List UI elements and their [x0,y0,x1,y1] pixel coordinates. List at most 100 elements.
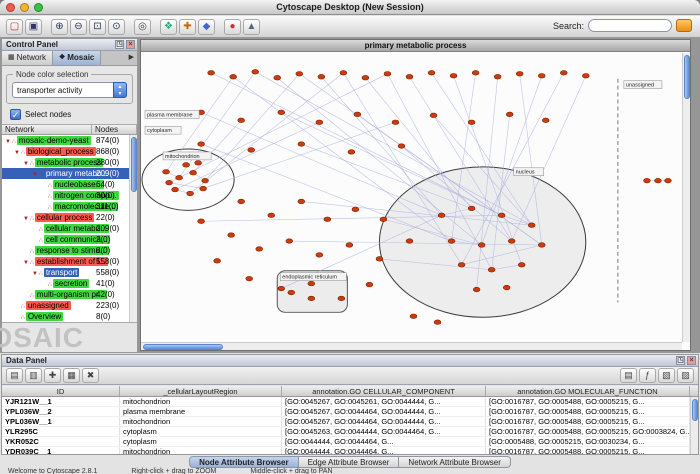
network-canvas[interactable]: plasma membranecytoplasmmitochondrionnuc… [141,53,690,350]
network-node[interactable] [230,74,237,79]
network-node[interactable] [450,73,457,78]
network-node[interactable] [478,243,485,248]
layout-icon[interactable]: ✚ [179,19,196,35]
tree-column-network[interactable]: Network [2,125,92,134]
network-node[interactable] [238,118,245,123]
network-node[interactable] [448,239,455,244]
network-node[interactable] [166,180,173,185]
network-node[interactable] [278,110,285,115]
expander-icon[interactable]: ▼ [22,258,30,267]
network-node[interactable] [655,178,662,183]
zoom-fit-content-icon[interactable]: ⊙ [108,19,125,35]
expander-icon[interactable]: ▼ [22,159,30,168]
table-column-cellularlayoutregion[interactable]: _cellularLayoutRegion [120,386,282,396]
network-node[interactable] [434,320,441,325]
tree-item-cell-communica[interactable]: ∴cell communica...2(0) [2,234,129,245]
canvas-horizontal-scrollbar[interactable] [141,342,682,350]
table-column-id[interactable]: ID [2,386,120,396]
select-nodes-checkbox[interactable]: ✓ Select nodes [10,109,129,120]
network-node[interactable] [340,71,347,76]
network-node[interactable] [187,191,194,196]
network-node[interactable] [352,207,359,212]
tree-item-cellular-metabo[interactable]: ∴cellular metabo...209(0) [2,223,129,234]
help-icon[interactable]: ▲ [243,19,260,35]
float-control-panel-icon[interactable]: ◳ [115,40,124,49]
network-node[interactable] [406,239,413,244]
network-node[interactable] [274,75,281,80]
network-node[interactable] [398,144,405,149]
network-node[interactable] [286,239,293,244]
network-node[interactable] [202,178,209,183]
network-node[interactable] [200,186,207,191]
network-node[interactable] [488,267,495,272]
network-node[interactable] [190,170,197,175]
network-node[interactable] [384,72,391,77]
zoom-out-icon[interactable]: ⊖ [70,19,87,35]
close-control-panel-icon[interactable]: × [126,40,135,49]
network-node[interactable] [528,223,535,228]
tree-column-nodes[interactable]: Nodes [92,125,137,134]
network-node[interactable] [296,72,303,77]
network-node[interactable] [246,276,253,281]
tab-mosaic[interactable]: ❖Mosaic [53,51,101,65]
network-node[interactable] [582,73,589,78]
network-node[interactable] [472,71,479,76]
network-node[interactable] [278,286,285,291]
network-node[interactable] [644,178,651,183]
network-node[interactable] [428,71,435,76]
attribute-list-icon[interactable]: ▤ [620,368,637,383]
network-node[interactable] [376,257,383,262]
network-node[interactable] [208,71,215,76]
network-node[interactable] [324,217,331,222]
show-graphics-details-icon[interactable]: ◎ [134,19,151,35]
network-node[interactable] [308,296,315,301]
tree-item-biological-process[interactable]: ▼∴biological_process868(0) [2,146,129,157]
network-node[interactable] [665,178,672,183]
network-node[interactable] [198,142,205,147]
table-column-annotation-go-molecular-function[interactable]: annotation.GO MOLECULAR_FUNCTION [486,386,690,396]
network-node[interactable] [288,290,295,295]
import-network-icon[interactable]: ▢ [6,19,23,35]
table-scrollbar[interactable] [690,397,698,454]
network-node[interactable] [438,213,445,218]
tree-item-multi-organism-pr[interactable]: ∴multi-organism pr...42(0) [2,289,129,300]
create-network-icon[interactable]: ❖ [160,19,177,35]
network-node[interactable] [228,233,235,238]
unselect-attributes-icon[interactable]: ▥ [25,368,42,383]
zoom-in-icon[interactable]: ⊕ [51,19,68,35]
canvas-vertical-scrollbar[interactable] [682,53,690,342]
vizmapper-icon[interactable]: ◆ [198,19,215,35]
expander-icon[interactable]: ▼ [22,214,30,223]
network-node[interactable] [172,187,179,192]
tab-node-attribute-browser[interactable]: Node Attribute Browser [189,456,299,468]
network-node[interactable] [392,120,399,125]
plugin-manager-icon[interactable]: ● [224,19,241,35]
network-node[interactable] [410,314,417,319]
tree-item-response-to-stimu[interactable]: ∴response to stimu...8(0) [2,245,129,256]
tree-item-macromolecule[interactable]: ∴macromolecule...311(0) [2,201,129,212]
network-node[interactable] [298,199,305,204]
network-node[interactable] [503,285,510,290]
expander-icon[interactable]: ▼ [31,269,39,278]
network-graph[interactable]: plasma membranecytoplasmmitochondrionnuc… [141,53,682,342]
network-node[interactable] [318,74,325,79]
new-attribute-icon[interactable]: ✚ [44,368,61,383]
network-node[interactable] [518,263,525,268]
network-node[interactable] [354,112,361,117]
tree-item-nitrogen-compo[interactable]: ∴nitrogen compo...30(0) [2,190,129,201]
network-node[interactable] [430,113,437,118]
save-session-icon[interactable]: ▣ [25,19,42,35]
table-row[interactable]: YPL036W__2plasma membrane[GO:0045267, GO… [2,407,698,417]
table-row[interactable]: YKR052Ccytoplasm[GO:0044444, GO:0044464,… [2,437,698,447]
network-node[interactable] [198,219,205,224]
network-node[interactable] [380,217,387,222]
network-node[interactable] [183,163,190,168]
table-row[interactable]: YPL036W__1mitochondrion[GO:0045267, GO:0… [2,417,698,427]
expander-icon[interactable]: ▼ [31,170,39,179]
network-node[interactable] [214,259,221,264]
network-node[interactable] [498,213,505,218]
network-node[interactable] [468,120,475,125]
select-attributes-icon[interactable]: ▤ [6,368,23,383]
network-node[interactable] [362,75,369,80]
tree-item-overview[interactable]: ∴Overview8(0) [2,311,129,322]
